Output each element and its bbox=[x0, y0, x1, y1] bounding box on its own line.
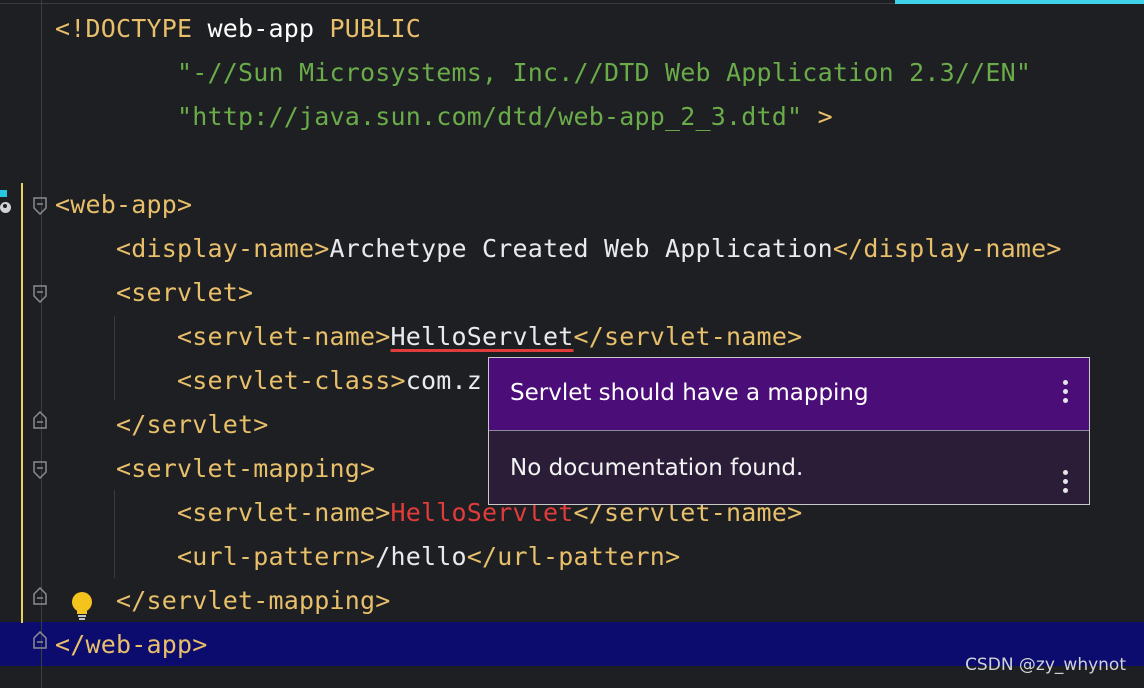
more-options-icon[interactable] bbox=[1061, 470, 1069, 498]
fold-open-icon[interactable] bbox=[33, 285, 47, 303]
code-token: <web-app> bbox=[55, 190, 193, 219]
code-line[interactable]: <!DOCTYPE web-app PUBLIC bbox=[55, 7, 421, 51]
code-line[interactable]: </servlet-mapping> bbox=[55, 579, 391, 623]
web-globe-icon[interactable] bbox=[0, 202, 11, 213]
code-token: </servlet> bbox=[55, 410, 269, 439]
more-options-icon[interactable] bbox=[1061, 380, 1069, 408]
lightbulb-icon[interactable] bbox=[70, 591, 94, 621]
code-token: Archetype Created Web Application bbox=[329, 234, 833, 263]
code-token: <servlet-mapping> bbox=[55, 454, 376, 483]
code-line[interactable]: <servlet> bbox=[55, 271, 253, 315]
popup-title: Servlet should have a mapping bbox=[510, 380, 869, 406]
code-line[interactable]: "-//Sun Microsystems, Inc.//DTD Web Appl… bbox=[55, 51, 1031, 95]
editor-top-border bbox=[0, 3, 895, 4]
code-token: "http://java.sun.com/dtd/web-app_2_3.dtd… bbox=[55, 102, 803, 131]
fold-open-icon[interactable] bbox=[33, 461, 47, 479]
watermark: CSDN @zy_whynot bbox=[965, 655, 1126, 675]
inspection-popup: Servlet should have a mapping No documen… bbox=[488, 357, 1090, 505]
code-token: /hello bbox=[375, 542, 467, 571]
code-token: <servlet-class> bbox=[55, 366, 406, 395]
code-token: <servlet-name> bbox=[55, 498, 391, 527]
code-token: "-//Sun Microsystems, Inc.//DTD Web Appl… bbox=[55, 58, 1032, 87]
code-token: <servlet-name> bbox=[55, 322, 391, 351]
fold-close-icon[interactable] bbox=[33, 631, 47, 649]
code-line[interactable]: <servlet-mapping> bbox=[55, 447, 375, 491]
code-token: </servlet-name> bbox=[573, 322, 803, 351]
code-token: PUBLIC bbox=[314, 14, 422, 43]
popup-documentation-text: No documentation found. bbox=[510, 455, 804, 481]
code-token: </web-app> bbox=[55, 630, 208, 659]
fold-close-icon[interactable] bbox=[33, 587, 47, 605]
code-token: com.z bbox=[405, 366, 483, 395]
code-token: </servlet-mapping> bbox=[55, 586, 391, 615]
active-tab-indicator bbox=[895, 0, 1144, 4]
code-line[interactable]: <web-app> bbox=[55, 183, 192, 227]
code-token: <servlet> bbox=[55, 278, 254, 307]
code-line[interactable]: <servlet-class>com.z bbox=[55, 359, 482, 403]
code-line[interactable]: </servlet> bbox=[55, 403, 269, 447]
code-line[interactable]: <display-name>Archetype Created Web Appl… bbox=[55, 227, 1062, 271]
code-token: </url-pattern> bbox=[466, 542, 681, 571]
code-token: <url-pattern> bbox=[55, 542, 376, 571]
bookmark-marker[interactable] bbox=[0, 190, 7, 197]
code-token: HelloServlet bbox=[390, 322, 574, 351]
vcs-change-marker[interactable] bbox=[21, 183, 23, 623]
gutter-separator bbox=[41, 0, 42, 688]
code-token: > bbox=[802, 102, 833, 131]
code-token: web-app bbox=[207, 14, 315, 43]
code-line[interactable]: </web-app> bbox=[55, 623, 208, 667]
fold-close-icon[interactable] bbox=[33, 411, 47, 429]
fold-open-icon[interactable] bbox=[33, 197, 47, 215]
code-token: </display-name> bbox=[832, 234, 1062, 263]
code-line[interactable]: <url-pattern>/hello</url-pattern> bbox=[55, 535, 680, 579]
popup-header: Servlet should have a mapping bbox=[489, 358, 1089, 431]
code-token: <display-name> bbox=[55, 234, 330, 263]
code-line[interactable]: <servlet-name>HelloServlet</servlet-name… bbox=[55, 315, 802, 359]
code-token: <!DOCTYPE bbox=[55, 14, 208, 43]
code-line[interactable]: "http://java.sun.com/dtd/web-app_2_3.dtd… bbox=[55, 95, 833, 139]
